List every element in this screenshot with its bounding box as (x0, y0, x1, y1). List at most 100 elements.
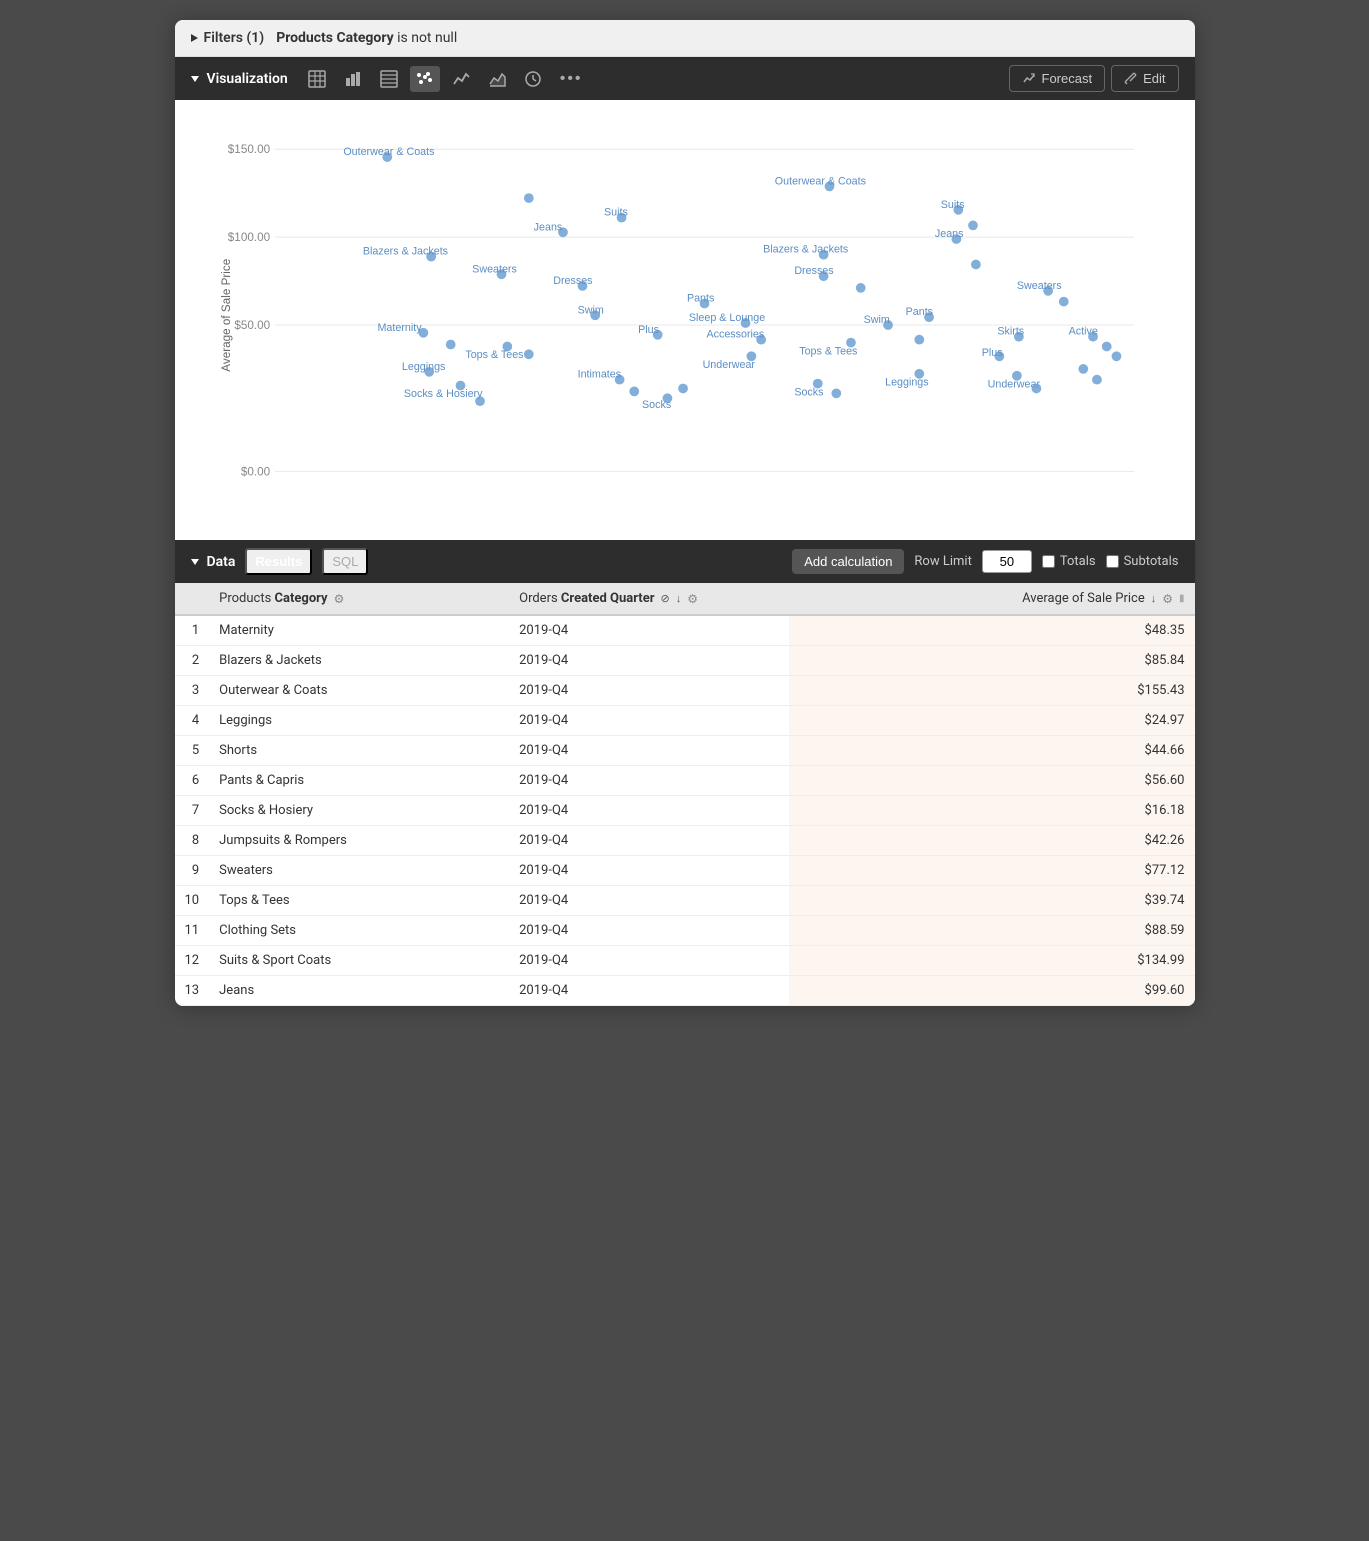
cell-quarter-6: 2019-Q4 (509, 766, 789, 796)
cell-category-2: Blazers & Jackets (209, 646, 509, 676)
svg-text:Suits: Suits (603, 207, 627, 219)
svg-text:Underwear: Underwear (702, 359, 755, 371)
table-icon-btn[interactable] (302, 66, 332, 92)
row-limit-label: Row Limit (914, 554, 971, 569)
row-num-8: 8 (175, 826, 210, 856)
main-container: Filters (1) Products Category is not nul… (175, 20, 1195, 1006)
cell-quarter-8: 2019-Q4 (509, 826, 789, 856)
edit-icon (1124, 72, 1137, 85)
subtotals-checkbox-label[interactable]: Subtotals (1106, 554, 1179, 569)
table-container: Products Category ⚙ Orders Created Quart… (175, 583, 1195, 1006)
col-price-label: Average of Sale Price (1022, 591, 1145, 606)
table-row: 9 Sweaters 2019-Q4 $77.12 (175, 856, 1195, 886)
line-icon-btn[interactable] (446, 66, 476, 92)
cell-category-1: Maternity (209, 615, 509, 646)
cell-price-3: $155.43 (789, 676, 1194, 706)
svg-text:Blazers & Jackets: Blazers & Jackets (362, 246, 447, 258)
viz-toolbar: Visualization (175, 57, 1195, 100)
quarter-filter-icon[interactable]: ⊘ (660, 592, 669, 605)
cell-price-12: $134.99 (789, 946, 1194, 976)
subtotals-checkbox[interactable] (1106, 555, 1119, 568)
table-row: 3 Outerwear & Coats 2019-Q4 $155.43 (175, 676, 1195, 706)
cell-category-7: Socks & Hosiery (209, 796, 509, 826)
row-limit-input[interactable] (982, 550, 1032, 573)
scroll-indicator[interactable]: ▮ (1179, 593, 1185, 604)
totals-checkbox-label[interactable]: Totals (1042, 554, 1096, 569)
filter-arrow-icon (191, 34, 198, 42)
quarter-sort-icon[interactable]: ↓ (676, 592, 682, 605)
col-category-bold: Category (275, 591, 328, 606)
price-sort-icon[interactable]: ↓ (1151, 592, 1157, 605)
viz-toggle[interactable]: Visualization (191, 71, 288, 87)
totals-checkbox[interactable] (1042, 555, 1055, 568)
cell-price-1: $48.35 (789, 615, 1194, 646)
row-num-3: 3 (175, 676, 210, 706)
cell-quarter-1: 2019-Q4 (509, 615, 789, 646)
cell-category-12: Suits & Sport Coats (209, 946, 509, 976)
filter-toggle[interactable]: Filters (1) (191, 30, 265, 46)
svg-text:Jeans: Jeans (934, 228, 963, 240)
svg-text:Pants: Pants (686, 293, 713, 305)
category-gear-icon[interactable]: ⚙ (334, 592, 345, 606)
area-icon-btn[interactable] (482, 66, 512, 92)
svg-text:Sleep & Lounge: Sleep & Lounge (688, 312, 764, 324)
cell-quarter-9: 2019-Q4 (509, 856, 789, 886)
cell-category-11: Clothing Sets (209, 916, 509, 946)
more-dots-icon: ••• (560, 70, 583, 88)
pivot-icon-btn[interactable] (374, 66, 404, 92)
cell-quarter-7: 2019-Q4 (509, 796, 789, 826)
price-gear-icon[interactable]: ⚙ (1162, 592, 1173, 606)
forecast-button[interactable]: Forecast (1009, 65, 1106, 92)
row-num-6: 6 (175, 766, 210, 796)
scatter-chart: $150.00 $100.00 $50.00 $0.00 Average of … (185, 120, 1185, 530)
table-row: 10 Tops & Tees 2019-Q4 $39.74 (175, 886, 1195, 916)
th-inner-category: Products Category ⚙ (219, 591, 499, 606)
table-scroll[interactable]: Products Category ⚙ Orders Created Quart… (175, 583, 1195, 1006)
row-num-10: 10 (175, 886, 210, 916)
bar-chart-icon-btn[interactable] (338, 66, 368, 92)
table-row: 2 Blazers & Jackets 2019-Q4 $85.84 (175, 646, 1195, 676)
row-num-1: 1 (175, 615, 210, 646)
bar-chart-icon (344, 70, 362, 88)
quarter-gear-icon[interactable]: ⚙ (687, 592, 698, 606)
data-table: Products Category ⚙ Orders Created Quart… (175, 583, 1195, 1006)
scatter-icon-btn[interactable] (410, 66, 440, 92)
cell-price-4: $24.97 (789, 706, 1194, 736)
area-icon (488, 70, 506, 88)
svg-text:Socks: Socks (794, 386, 823, 398)
filter-bar: Filters (1) Products Category is not nul… (175, 20, 1195, 57)
table-row: 7 Socks & Hosiery 2019-Q4 $16.18 (175, 796, 1195, 826)
svg-text:Dresses: Dresses (553, 275, 592, 287)
data-section-label: Data (207, 554, 236, 570)
table-row: 8 Jumpsuits & Rompers 2019-Q4 $42.26 (175, 826, 1195, 856)
data-arrow-icon (191, 559, 199, 565)
cell-price-11: $88.59 (789, 916, 1194, 946)
table-row: 12 Suits & Sport Coats 2019-Q4 $134.99 (175, 946, 1195, 976)
svg-text:Suits: Suits (940, 199, 964, 211)
cell-quarter-5: 2019-Q4 (509, 736, 789, 766)
cell-category-5: Shorts (209, 736, 509, 766)
cell-category-13: Jeans (209, 976, 509, 1006)
svg-text:Outerwear & Coats: Outerwear & Coats (343, 146, 434, 158)
clock-icon-btn[interactable] (518, 66, 548, 92)
cell-quarter-12: 2019-Q4 (509, 946, 789, 976)
subtotals-label: Subtotals (1124, 554, 1179, 569)
cell-quarter-4: 2019-Q4 (509, 706, 789, 736)
cell-quarter-3: 2019-Q4 (509, 676, 789, 706)
table-header: Products Category ⚙ Orders Created Quart… (175, 583, 1195, 615)
tab-sql[interactable]: SQL (322, 548, 368, 575)
filter-operator: is not null (397, 30, 457, 46)
svg-text:Swim: Swim (863, 314, 889, 326)
svg-text:Plus: Plus (981, 347, 1002, 359)
cell-quarter-2: 2019-Q4 (509, 646, 789, 676)
table-row: 6 Pants & Capris 2019-Q4 $56.60 (175, 766, 1195, 796)
add-calculation-button[interactable]: Add calculation (792, 549, 904, 574)
edit-button[interactable]: Edit (1111, 65, 1178, 92)
tab-results[interactable]: Results (245, 548, 312, 575)
data-toggle[interactable]: Data (191, 554, 236, 570)
row-num-13: 13 (175, 976, 210, 1006)
svg-text:Sweaters: Sweaters (1016, 280, 1061, 292)
table-body: 1 Maternity 2019-Q4 $48.35 2 Blazers & J… (175, 615, 1195, 1006)
more-icon-btn[interactable]: ••• (554, 66, 589, 92)
th-inner-quarter: Orders Created Quarter ⊘ ↓ ⚙ (519, 591, 779, 606)
